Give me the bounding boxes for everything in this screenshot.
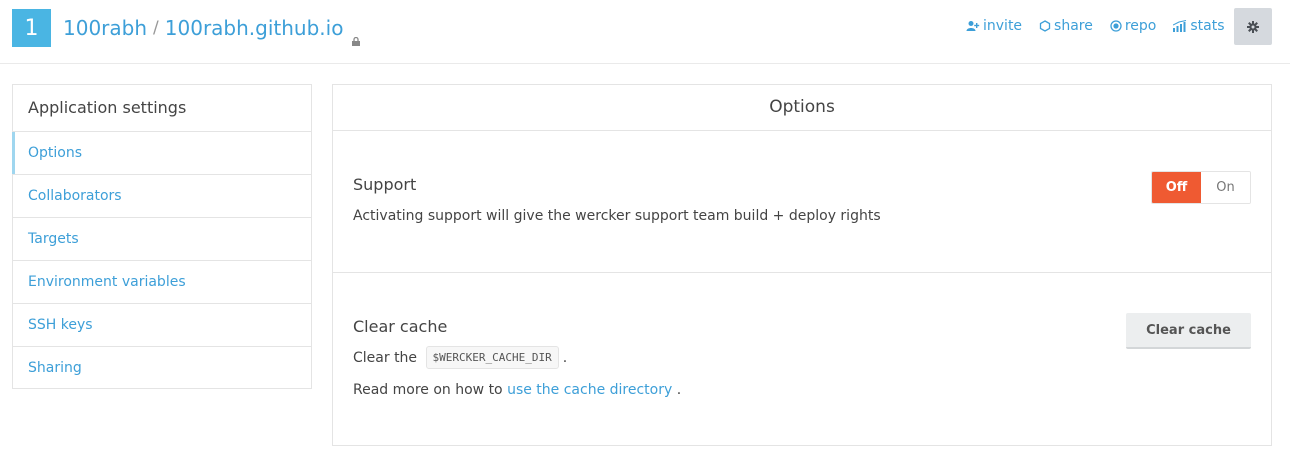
panel-title: Options: [333, 85, 1271, 131]
top-header: 1 100rabh / 100rabh.github.io invite sha…: [0, 0, 1290, 64]
cache-directory-link[interactable]: use the cache directory: [507, 382, 672, 398]
add-user-icon: [966, 21, 980, 31]
toggle-on-button[interactable]: On: [1201, 172, 1250, 203]
stats-link[interactable]: stats: [1173, 18, 1225, 34]
support-description: Activating support will give the wercker…: [353, 208, 881, 224]
settings-button[interactable]: [1234, 8, 1272, 45]
cache-line-1-suffix: .: [562, 350, 568, 366]
cache-line-2-suffix: .: [676, 382, 682, 398]
share-label: share: [1054, 18, 1093, 34]
sidebar-item-ssh-keys[interactable]: SSH keys: [13, 304, 311, 347]
sidebar-item-environment-variables[interactable]: Environment variables: [13, 261, 311, 304]
repo-label: repo: [1124, 18, 1157, 34]
sidebar-title: Application settings: [13, 85, 311, 132]
owner-link[interactable]: 100rabh: [63, 16, 147, 40]
stats-icon: [1173, 20, 1187, 32]
share-link[interactable]: share: [1039, 18, 1093, 34]
sidebar-item-collaborators[interactable]: Collaborators: [13, 175, 311, 218]
breadcrumb: 100rabh / 100rabh.github.io: [63, 14, 361, 46]
support-toggle[interactable]: Off On: [1151, 171, 1251, 204]
support-title: Support: [353, 175, 417, 194]
clear-cache-button[interactable]: Clear cache: [1126, 313, 1251, 349]
cache-dir-code: $WERCKER_CACHE_DIR: [425, 346, 559, 369]
share-icon: [1039, 20, 1051, 32]
sidebar-item-options[interactable]: Options: [12, 132, 311, 175]
gear-icon: [1247, 20, 1259, 33]
app-number-badge: 1: [12, 9, 51, 47]
settings-sidebar: Application settings Options Collaborato…: [12, 84, 312, 389]
invite-label: invite: [983, 18, 1023, 34]
options-panel: Options Support Activating support will …: [332, 84, 1272, 446]
cache-line-1: Clear the $WERCKER_CACHE_DIR.: [353, 346, 568, 370]
cache-line-2-prefix: Read more on how to: [353, 382, 503, 398]
cache-line-2: Read more on how to use the cache direct…: [353, 382, 681, 398]
invite-link[interactable]: invite: [966, 18, 1022, 34]
breadcrumb-separator: /: [153, 18, 159, 38]
repo-link[interactable]: 100rabh.github.io: [165, 16, 344, 40]
toggle-off-button[interactable]: Off: [1152, 172, 1201, 203]
stats-label: stats: [1190, 18, 1225, 34]
lock-icon: [352, 27, 361, 46]
repo-nav-link[interactable]: repo: [1110, 18, 1157, 34]
cache-title: Clear cache: [353, 317, 448, 336]
repo-icon: [1110, 20, 1122, 32]
sidebar-item-targets[interactable]: Targets: [13, 218, 311, 261]
support-section: Support Activating support will give the…: [333, 131, 1271, 273]
sidebar-item-sharing[interactable]: Sharing: [13, 347, 311, 390]
cache-line-1-prefix: Clear the: [353, 350, 418, 366]
top-nav: invite share repo stats: [966, 18, 1242, 34]
